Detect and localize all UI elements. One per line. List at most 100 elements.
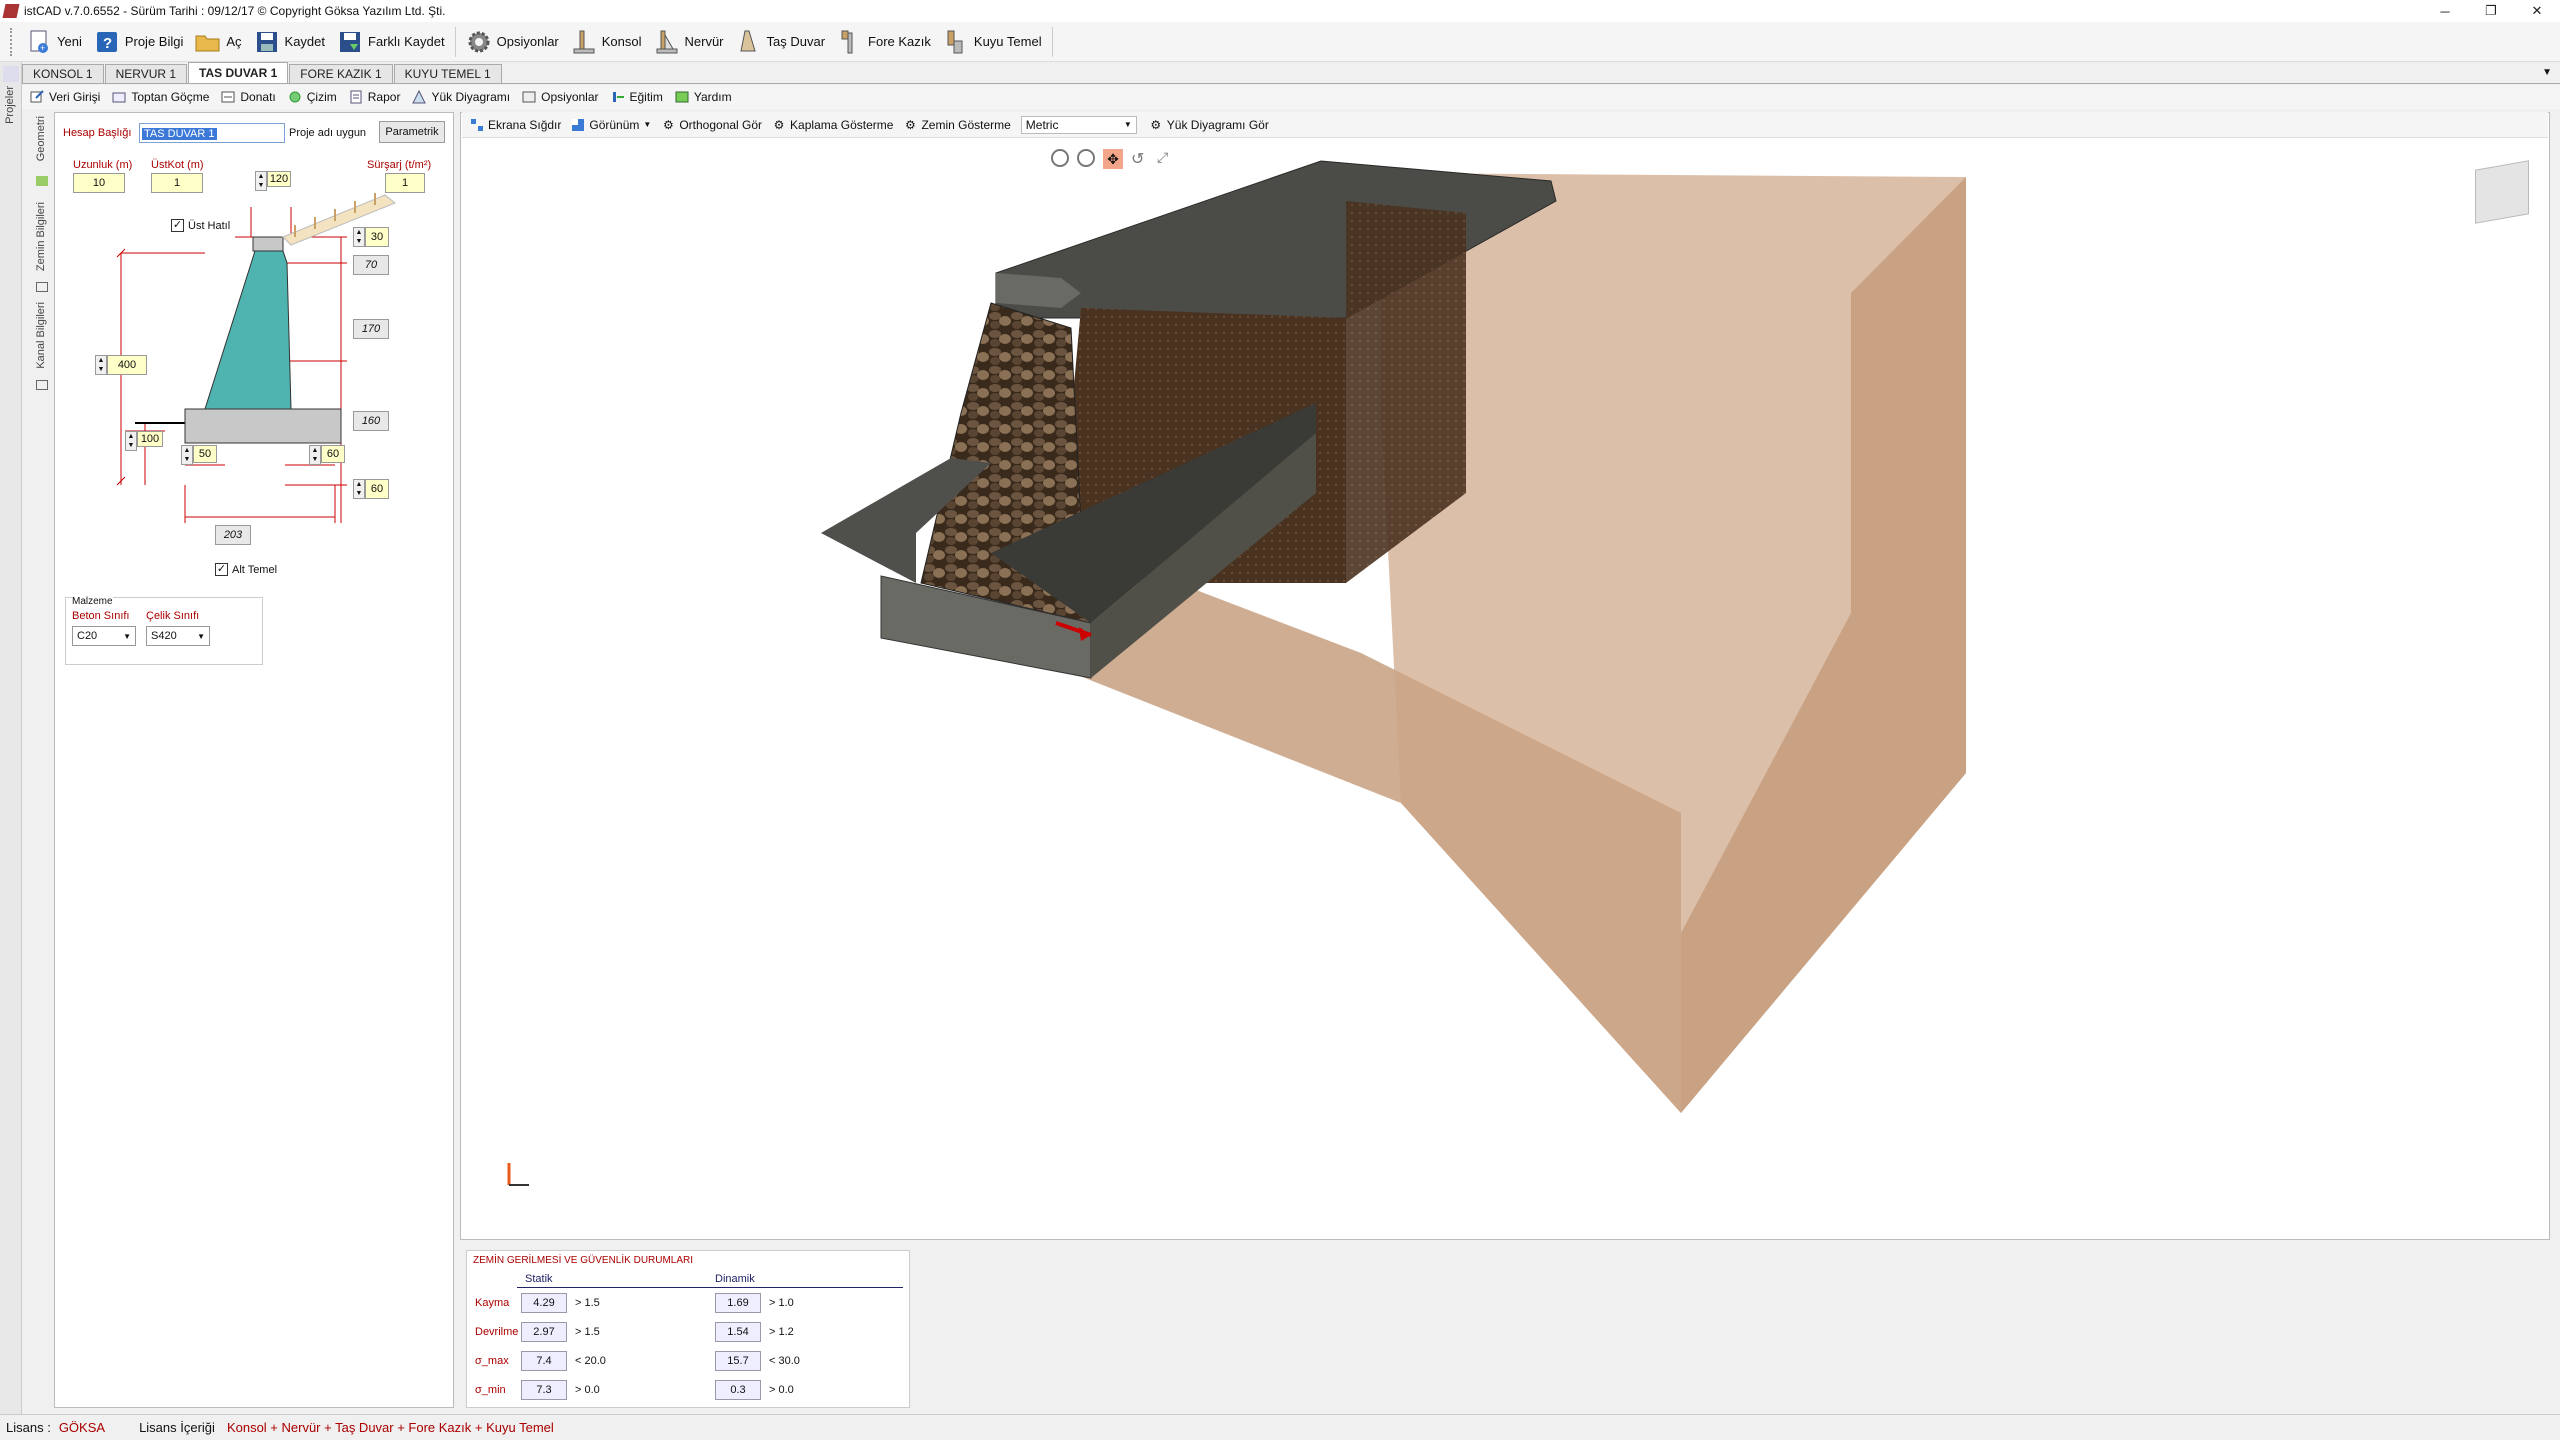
new-button[interactable]: + Yeni <box>20 25 88 59</box>
dim-400-input[interactable]: 400 <box>107 355 147 375</box>
lisans-label: Lisans : <box>6 1420 51 1435</box>
statik-value: 7.3 <box>521 1380 567 1400</box>
yuk-diyagrami-button[interactable]: Yük Diyagramı <box>412 90 510 104</box>
view-toolbar: Ekrana Sığdır Görünüm ▼ ⚙ Orthogonal Gör ⚙… <box>462 112 2548 138</box>
toolbar-separator <box>454 26 456 57</box>
toptan-gocme-button[interactable]: Toptan Göçme <box>112 90 209 104</box>
rapor-button[interactable]: Rapor <box>349 90 400 104</box>
ust-hatil-checkbox[interactable]: ✓ Üst Hatıl <box>171 219 230 232</box>
side-tab-zemin[interactable]: Zemin Bilgileri <box>35 202 47 271</box>
projects-strip: Projeler <box>0 62 22 1414</box>
sub-opsiyonlar-button[interactable]: Opsiyonlar <box>522 90 599 104</box>
celik-label: Çelik Sınıfı <box>146 610 200 622</box>
pan-icon[interactable]: ✥ <box>1103 149 1123 169</box>
3d-wall-model[interactable] <box>461 113 2549 1239</box>
view-cube[interactable] <box>2475 160 2529 224</box>
dim-160-value: 160 <box>353 411 389 431</box>
dim-30-spinner[interactable]: ▲ ▼ <box>353 227 365 247</box>
dim-400-spinner[interactable]: ▲ ▼ <box>95 355 107 375</box>
fore-kazik-button[interactable]: Fore Kazık <box>831 25 937 59</box>
side-tab-kanal[interactable]: Kanal Bilgileri <box>35 302 47 369</box>
dim-70-value: 70 <box>353 255 389 275</box>
close-icon[interactable]: ✕ <box>2514 0 2560 22</box>
dim-60b-input[interactable]: 60 <box>365 479 389 499</box>
app-icon <box>2 4 20 18</box>
dim-120-spinner[interactable]: ▲ ▼ <box>255 171 267 191</box>
rebar-icon <box>221 90 235 104</box>
projects-tab[interactable]: Projeler <box>4 86 16 124</box>
zemin-button[interactable]: ⚙ Zemin Gösterme <box>903 118 1011 132</box>
tas-duvar-button[interactable]: Taş Duvar <box>730 25 832 59</box>
dim-170-value: 170 <box>353 319 389 339</box>
fullscreen-icon[interactable]: ⤢ <box>1157 149 1175 167</box>
kaplama-button[interactable]: ⚙ Kaplama Gösterme <box>772 117 894 132</box>
beton-select[interactable]: C20 ▼ <box>72 626 136 646</box>
toolbar-grip[interactable] <box>10 27 14 56</box>
row-name: σ_min <box>475 1384 506 1396</box>
results-title: ZEMİN GERİLMESİ VE GÜVENLİK DURUMLARI <box>473 1255 694 1266</box>
side-tab-geometri[interactable]: Geometri <box>35 116 47 161</box>
yuk-diyagrami-gor-button[interactable]: ⚙ Yük Diyagramı Gör <box>1149 118 1268 132</box>
tab-fore-kazik[interactable]: FORE KAZIK 1 <box>289 64 393 83</box>
statik-header: Statik <box>525 1273 553 1285</box>
tab-nervur[interactable]: NERVUR 1 <box>104 64 188 83</box>
check-icon: ✓ <box>171 219 184 232</box>
tabs-dropdown-icon[interactable]: ▼ <box>2542 67 2552 78</box>
floppy-icon <box>254 29 280 55</box>
dim-50-input[interactable]: 50 <box>193 445 217 463</box>
report-icon <box>349 90 363 104</box>
fit-screen-button[interactable]: Ekrana Sığdır <box>470 118 561 132</box>
help-icon: ? <box>94 29 120 55</box>
tab-tas-duvar[interactable]: TAS DUVAR 1 <box>188 62 289 83</box>
dim-60b-spinner[interactable]: ▲ ▼ <box>353 479 365 499</box>
egitim-button[interactable]: Eğitim <box>611 90 663 104</box>
zoom-window-icon[interactable] <box>1051 149 1069 167</box>
lisans-icerik-value: Konsol + Nervür + Taş Duvar + Fore Kazık… <box>226 1420 554 1435</box>
kuyu-temel-button[interactable]: Kuyu Temel <box>937 25 1048 59</box>
malzeme-label: Malzeme <box>72 596 113 607</box>
nervur-button[interactable]: Nervür <box>648 25 730 59</box>
dim-120-input[interactable]: 120 <box>267 171 291 187</box>
tab-kuyu-temel[interactable]: KUYU TEMEL 1 <box>393 64 502 83</box>
dim-100-input[interactable]: 100 <box>137 431 163 447</box>
dim-60a-input[interactable]: 60 <box>321 445 345 463</box>
rotate-icon[interactable]: ↺ <box>1131 149 1149 168</box>
donati-button[interactable]: Donatı <box>221 90 276 104</box>
tab-konsol[interactable]: KONSOL 1 <box>22 64 104 83</box>
3d-viewport[interactable]: ✥ ↺ ⤢ <box>460 112 2550 1240</box>
dim-30-input[interactable]: 30 <box>365 227 389 247</box>
result-row: σ_min 7.3 > 0.0 0.3 > 0.0 <box>467 1380 907 1402</box>
sub-toolbar: Veri Girişi Toptan Göçme Donatı Çizim Ra… <box>22 85 2560 109</box>
open-button[interactable]: Aç <box>189 25 247 59</box>
veri-girisi-button[interactable]: Veri Girişi <box>30 90 100 104</box>
dim-50-spinner[interactable]: ▲ ▼ <box>181 445 193 465</box>
lisans-value: GÖKSA <box>58 1420 106 1435</box>
alt-temel-checkbox[interactable]: ✓ Alt Temel <box>215 563 277 576</box>
dim-60a-spinner[interactable]: ▲ ▼ <box>309 445 321 465</box>
gear-icon: ⚙ <box>773 117 785 132</box>
units-select[interactable]: Metric ▼ <box>1020 115 1137 134</box>
axis-indicator-icon <box>501 1159 531 1189</box>
project-info-button[interactable]: ? Proje Bilgi <box>88 25 190 59</box>
celik-select[interactable]: S420 ▼ <box>146 626 210 646</box>
load-diagram-icon <box>412 90 427 104</box>
pin-icon[interactable] <box>3 66 19 82</box>
dim-100-spinner[interactable]: ▲ ▼ <box>125 431 137 451</box>
yardim-button[interactable]: Yardım <box>675 90 732 104</box>
dinamik-criteria: > 1.2 <box>769 1326 794 1338</box>
orthogonal-button[interactable]: ⚙ Orthogonal Gör <box>661 118 762 132</box>
dim-203-value: 203 <box>215 525 251 545</box>
view-dropdown-button[interactable]: Görünüm ▼ <box>571 118 651 132</box>
minimize-icon[interactable]: ─ <box>2422 0 2468 22</box>
row-name: σ_max <box>475 1355 509 1367</box>
cizim-button[interactable]: Çizim <box>288 90 337 104</box>
konsol-button[interactable]: Konsol <box>565 25 648 59</box>
dinamik-header: Dinamik <box>715 1273 755 1285</box>
statik-criteria: > 0.0 <box>575 1384 600 1396</box>
options-button[interactable]: Opsiyonlar <box>460 25 565 59</box>
save-as-button[interactable]: Farklı Kaydet <box>331 25 451 59</box>
zoom-icon[interactable] <box>1077 149 1095 167</box>
restore-icon[interactable]: ❐ <box>2468 0 2514 22</box>
save-button[interactable]: Kaydet <box>248 25 331 59</box>
lisans-icerik-label: Lisans İçeriği <box>139 1420 215 1435</box>
